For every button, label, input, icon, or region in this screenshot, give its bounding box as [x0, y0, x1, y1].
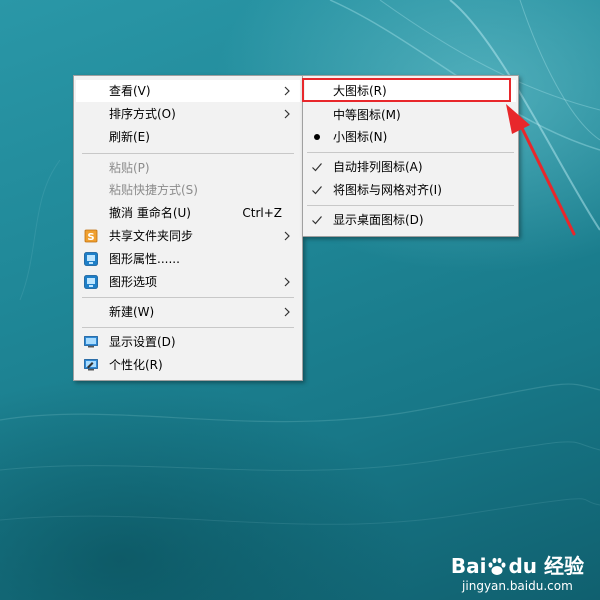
menu-item-label: 粘贴(P)	[109, 161, 150, 175]
menu-separator	[307, 152, 514, 153]
watermark-brand-du: du	[508, 553, 538, 578]
submenu-item-medium-icons[interactable]: 中等图标(M)	[305, 104, 516, 126]
personalize-icon	[84, 359, 98, 371]
menu-item-refresh[interactable]: 刷新(E)	[76, 126, 300, 148]
menu-item-label: 撤消 重命名(U)	[109, 206, 191, 220]
submenu-item-label: 中等图标(M)	[333, 108, 401, 122]
submenu-item-label: 自动排列图标(A)	[333, 160, 423, 174]
menu-item-graphics-properties[interactable]: 图形属性......	[76, 248, 300, 270]
submenu-item-label: 将图标与网格对齐(I)	[333, 183, 442, 197]
desktop-background[interactable]: 查看(V) 排序方式(O) 刷新(E) 粘贴(P) 粘贴快捷方式(S) 撤消 重…	[0, 0, 600, 600]
menu-item-undo-rename[interactable]: 撤消 重命名(U) Ctrl+Z	[76, 202, 300, 224]
chevron-right-icon	[284, 307, 290, 317]
watermark-brand-jingyan: 经验	[544, 553, 584, 578]
menu-item-label: 刷新(E)	[109, 130, 150, 144]
menu-item-label: 粘贴快捷方式(S)	[109, 183, 198, 197]
submenu-item-small-icons[interactable]: 小图标(N)	[305, 126, 516, 148]
watermark-url: jingyan.baidu.com	[462, 579, 573, 593]
sync-folder-icon: S	[84, 229, 98, 243]
watermark-brand-bai: Bai	[450, 553, 487, 578]
chevron-right-icon	[284, 109, 290, 119]
submenu-item-label: 大图标(R)	[333, 84, 387, 98]
submenu-item-show-desktop-icons[interactable]: 显示桌面图标(D)	[305, 209, 516, 231]
chevron-right-icon	[284, 86, 290, 96]
menu-item-label: 共享文件夹同步	[109, 229, 194, 243]
desktop-context-menu: 查看(V) 排序方式(O) 刷新(E) 粘贴(P) 粘贴快捷方式(S) 撤消 重…	[73, 75, 303, 381]
svg-text:S: S	[87, 232, 94, 243]
radio-dot-icon	[314, 134, 320, 140]
menu-item-shared-folder-sync[interactable]: S 共享文件夹同步	[76, 225, 300, 247]
submenu-item-align-to-grid[interactable]: 将图标与网格对齐(I)	[305, 179, 516, 201]
checkmark-icon	[312, 216, 322, 225]
menu-item-graphics-options[interactable]: 图形选项	[76, 271, 300, 293]
menu-item-display-settings[interactable]: 显示设置(D)	[76, 331, 300, 353]
checkmark-icon	[312, 186, 322, 195]
display-settings-icon	[84, 336, 98, 348]
chevron-right-icon	[284, 277, 290, 287]
menu-item-label: 排序方式(O)	[109, 107, 176, 121]
submenu-item-label: 小图标(N)	[333, 130, 388, 144]
menu-item-paste-shortcut[interactable]: 粘贴快捷方式(S)	[76, 179, 300, 201]
view-submenu: 大图标(R) 中等图标(M) 小图标(N) 自动排列图标(A) 将图标与网格对齐…	[302, 75, 519, 237]
menu-separator	[307, 205, 514, 206]
menu-item-label: 新建(W)	[109, 305, 155, 319]
menu-item-sort-by[interactable]: 排序方式(O)	[76, 103, 300, 125]
menu-item-label: 显示设置(D)	[109, 335, 176, 349]
menu-item-label: 图形属性......	[109, 252, 180, 266]
menu-separator	[82, 153, 294, 154]
submenu-item-large-icons[interactable]: 大图标(R)	[305, 80, 516, 102]
menu-item-label: 查看(V)	[109, 84, 151, 98]
graphics-properties-icon	[84, 252, 98, 266]
menu-item-label: 图形选项	[109, 275, 158, 289]
chevron-right-icon	[284, 231, 290, 241]
checkmark-icon	[312, 163, 322, 172]
menu-separator	[82, 297, 294, 298]
watermark-logo: Bai du 经验	[451, 554, 584, 579]
menu-separator	[82, 327, 294, 328]
paw-icon	[488, 557, 506, 575]
menu-item-personalize[interactable]: 个性化(R)	[76, 354, 300, 376]
graphics-options-icon	[84, 275, 98, 289]
baidu-jingyan-watermark: Bai du 经验 jingyan.baidu.com	[451, 554, 584, 595]
submenu-item-auto-arrange[interactable]: 自动排列图标(A)	[305, 156, 516, 178]
submenu-item-label: 显示桌面图标(D)	[333, 213, 424, 227]
menu-item-new[interactable]: 新建(W)	[76, 301, 300, 323]
menu-item-label: 个性化(R)	[109, 358, 163, 372]
menu-item-shortcut: Ctrl+Z	[242, 206, 282, 220]
menu-item-paste[interactable]: 粘贴(P)	[76, 157, 300, 179]
menu-item-view[interactable]: 查看(V)	[76, 80, 300, 102]
